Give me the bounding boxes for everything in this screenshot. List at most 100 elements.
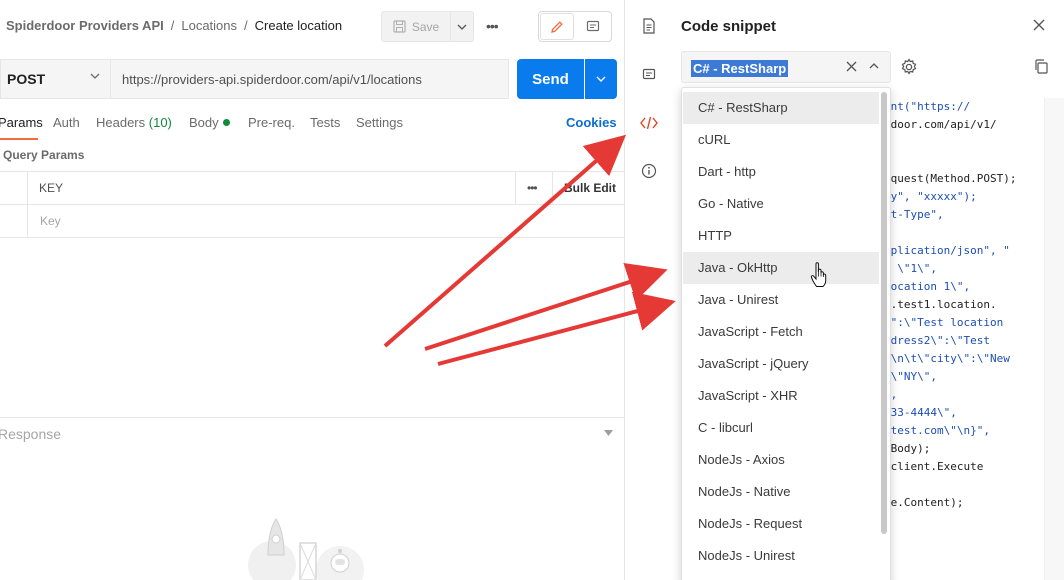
url-value: https://providers-api.spiderdoor.com/api… <box>122 71 422 87</box>
tab-body[interactable]: Body <box>189 115 230 130</box>
dropdown-option[interactable]: NodeJs - Unirest <box>683 540 879 572</box>
cookies-link[interactable]: Cookies <box>566 115 617 130</box>
chevron-down-icon <box>457 24 467 30</box>
checkbox-cell[interactable] <box>0 205 28 238</box>
breadcrumb-separator: / <box>244 18 248 33</box>
code-icon[interactable] <box>640 114 658 132</box>
query-params-table: KEY ••• Bulk Edit Key <box>0 171 624 238</box>
more-actions-button[interactable]: ••• <box>486 18 499 34</box>
code-line: ,\n\t\"city\":\"New <box>884 352 1010 365</box>
language-select[interactable]: C# - RestSharp <box>681 51 891 83</box>
dropdown-option[interactable]: Dart - http <box>683 156 879 188</box>
clear-icon[interactable] <box>845 60 858 73</box>
dropdown-option[interactable]: C - libcurl <box>683 412 879 444</box>
code-line: rdoor.com/api/v1/ <box>884 118 997 131</box>
documentation-icon[interactable] <box>640 17 658 35</box>
code-line: nt-Type", <box>884 208 944 221</box>
pencil-icon <box>551 20 563 33</box>
dropdown-option[interactable]: JavaScript - Fetch <box>683 316 879 348</box>
dropdown-option[interactable]: NodeJs - Native <box>683 476 879 508</box>
send-button[interactable]: Send <box>517 59 584 99</box>
body-indicator-dot <box>222 119 230 126</box>
save-button[interactable]: Save <box>381 11 451 42</box>
tab-prerequest[interactable]: Pre-req. <box>248 115 295 130</box>
response-panel-header <box>0 417 624 453</box>
code-snippet-content[interactable]: ent("https:// rdoor.com/api/v1/ equest(Me… <box>884 98 1044 518</box>
dropdown-scrollbar[interactable] <box>881 92 887 534</box>
dropdown-option[interactable]: C# - RestSharp <box>683 92 879 124</box>
code-line: ", <box>884 386 1044 404</box>
dropdown-option[interactable]: Go - Native <box>683 188 879 220</box>
code-line: tBody); <box>884 442 931 455</box>
method-value: POST <box>7 71 46 87</box>
pane-divider[interactable] <box>624 0 625 580</box>
tab-headers[interactable]: Headers (10) <box>96 115 172 130</box>
caret-down-icon[interactable] <box>604 430 613 436</box>
table-header-row: KEY ••• Bulk Edit <box>0 172 624 205</box>
chevron-up-icon[interactable] <box>869 63 879 69</box>
hand-cursor-icon <box>810 262 827 287</box>
breadcrumb: Spiderdoor Providers API / Locations / Creat… <box>6 18 342 33</box>
key-input[interactable]: Key <box>40 214 61 228</box>
url-input[interactable]: https://providers-api.spiderdoor.com/api… <box>110 59 509 99</box>
dropdown-option[interactable]: JavaScript - XHR <box>683 380 879 412</box>
code-line: 333-4444\", <box>884 406 957 419</box>
close-icon[interactable] <box>1032 18 1046 32</box>
language-dropdown: C# - RestSharp cURL Dart - http Go - Native… <box>681 87 891 580</box>
column-options-button[interactable]: ••• <box>516 172 553 205</box>
info-icon[interactable] <box>640 162 658 180</box>
dropdown-option[interactable]: NodeJs - Request <box>683 508 879 540</box>
dropdown-option[interactable]: Java - OkHttp <box>683 252 879 284</box>
dropdown-option[interactable]: JavaScript - jQuery <box>683 348 879 380</box>
code-line: : \"1\", <box>884 262 937 275</box>
tab-tests[interactable]: Tests <box>310 115 340 130</box>
code-line: .":\"Test location <box>884 316 1004 329</box>
code-line: equest(Method.POST); <box>884 172 1017 185</box>
code-scrollbar[interactable] <box>1044 98 1064 580</box>
table-row: Key <box>0 205 624 238</box>
key-column-header: KEY <box>28 172 516 205</box>
chevron-down-icon <box>90 73 100 79</box>
method-select[interactable]: POST <box>0 59 110 99</box>
breadcrumb-current[interactable]: Create location <box>255 18 342 33</box>
response-title[interactable]: Response <box>0 426 61 442</box>
bulk-edit-button[interactable]: Bulk Edit <box>564 181 616 195</box>
gear-icon[interactable] <box>900 58 918 76</box>
edit-mode-button[interactable] <box>540 13 574 40</box>
code-line: w.test1.location. <box>884 298 997 311</box>
copy-icon[interactable] <box>1034 59 1048 74</box>
code-line: ddress2\":\"Test <box>884 334 990 347</box>
comment-icon <box>586 20 600 31</box>
save-options-button[interactable] <box>451 11 474 42</box>
chevron-down-icon <box>596 76 606 82</box>
headers-count-badge: (10) <box>148 115 172 130</box>
query-params-title: Query Params <box>3 148 85 162</box>
code-line: pplication/json", " <box>884 244 1010 257</box>
documentation-mode-button[interactable] <box>576 13 610 40</box>
dropdown-option[interactable]: cURL <box>683 124 879 156</box>
code-line: @test.com\"\n}", <box>884 424 990 437</box>
breadcrumb-separator: / <box>170 18 175 33</box>
tab-auth[interactable]: Auth <box>53 115 80 130</box>
rocket-illustration <box>248 518 364 580</box>
send-options-button[interactable] <box>585 59 617 99</box>
tab-params[interactable]: Params <box>0 115 43 130</box>
tab-headers-label: Headers <box>96 115 146 130</box>
code-snippet-title: Code snippet <box>681 18 777 35</box>
checkbox-column <box>0 172 28 205</box>
save-icon <box>393 20 406 33</box>
breadcrumb-item-collection[interactable]: Spiderdoor Providers API <box>6 18 164 33</box>
tab-settings[interactable]: Settings <box>356 115 403 130</box>
dropdown-option[interactable]: HTTP <box>683 220 879 252</box>
dropdown-option[interactable]: NodeJs - Axios <box>683 444 879 476</box>
request-pane: Spiderdoor Providers API / Locations / Creat… <box>0 0 624 580</box>
breadcrumb-item-folder[interactable]: Locations <box>181 18 237 33</box>
dropdown-option[interactable]: Java - Unirest <box>683 284 879 316</box>
comments-icon[interactable] <box>640 66 658 84</box>
language-select-value: C# - RestSharp <box>691 60 789 77</box>
code-line: ey", "xxxxx"); <box>884 190 977 203</box>
code-line: :\"NY\", <box>884 370 937 383</box>
